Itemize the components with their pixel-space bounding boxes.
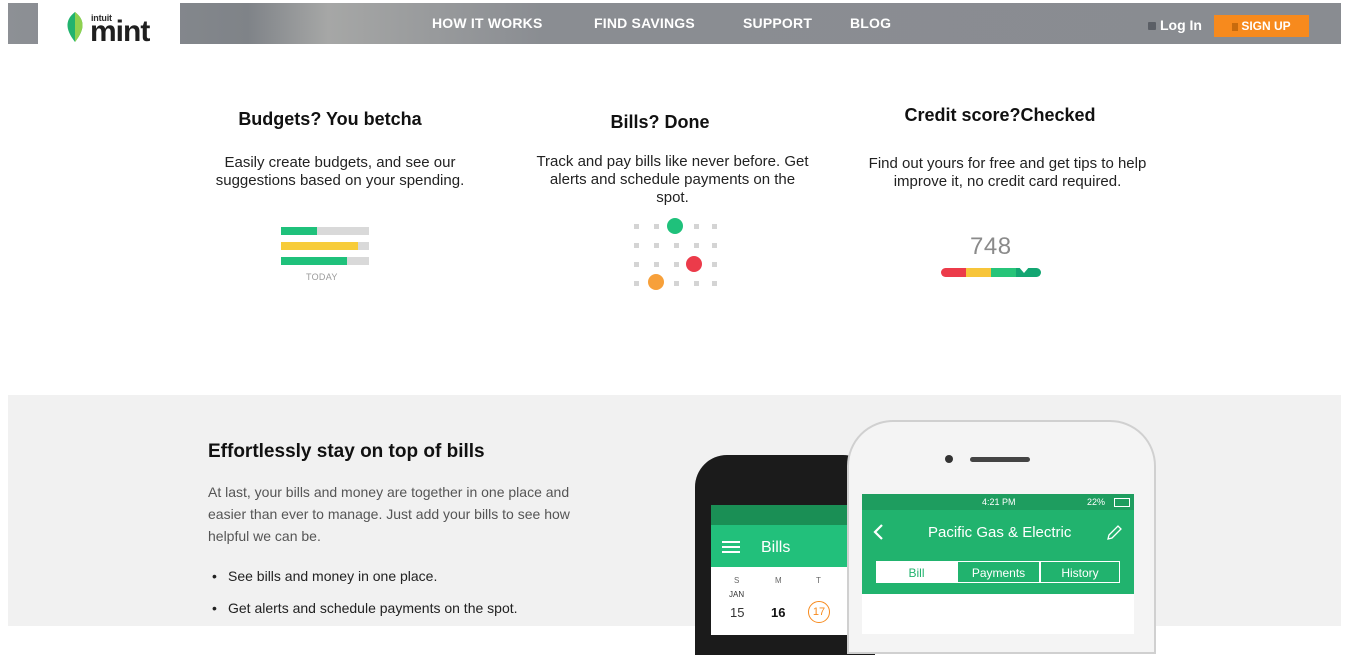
- calendar-dot: [654, 262, 659, 267]
- calendar-dot: [694, 281, 699, 286]
- top-nav-bar: intuit mint HOW IT WORKS FIND SAVINGS SU…: [8, 3, 1341, 48]
- date-cell[interactable]: 16: [771, 605, 785, 620]
- day-label: S: [734, 576, 740, 585]
- budget-bar: [281, 242, 369, 250]
- calendar-event-dot: [648, 274, 664, 290]
- mint-logo[interactable]: intuit mint: [38, 3, 180, 48]
- calendar-dot: [712, 262, 717, 267]
- nav-how-it-works[interactable]: HOW IT WORKS: [432, 15, 543, 31]
- month-label: JAN: [729, 590, 745, 599]
- budget-bar: [281, 257, 369, 265]
- calendar-dot: [634, 243, 639, 248]
- day-label: M: [775, 576, 782, 585]
- score-segment: [966, 268, 991, 277]
- calendar-dot: [654, 243, 659, 248]
- bills-section-title: Effortlessly stay on top of bills: [208, 441, 485, 462]
- back-chevron-icon[interactable]: [873, 524, 883, 540]
- logo-mint-text: mint: [90, 15, 150, 48]
- budget-bar: [281, 227, 369, 235]
- calendar-event-dot: [686, 256, 702, 272]
- nav-support[interactable]: SUPPORT: [743, 15, 812, 31]
- score-segment: [991, 268, 1016, 277]
- tab-bill[interactable]: Bill: [876, 561, 957, 583]
- calendar-dot: [674, 262, 679, 267]
- phone-back-statusbar: [711, 505, 849, 525]
- nav-blog[interactable]: BLOG: [850, 15, 891, 31]
- lock-icon: [1148, 22, 1156, 30]
- feature-credit-title: Credit score?Checked: [904, 105, 1096, 125]
- calendar-dot: [694, 224, 699, 229]
- menu-icon[interactable]: [722, 541, 740, 554]
- status-time: 4:21 PM: [982, 497, 1016, 507]
- calendar-dot: [634, 281, 639, 286]
- lock-icon: [1232, 23, 1239, 31]
- budget-bar-fill: [281, 257, 347, 265]
- nav-find-savings[interactable]: FIND SAVINGS: [594, 15, 695, 31]
- calendar-dot: [654, 224, 659, 229]
- feature-budgets-desc: Easily create budgets, and see our sugge…: [215, 154, 465, 189]
- calendar-dot: [694, 243, 699, 248]
- phone-camera: [945, 455, 953, 463]
- budget-bar-fill: [281, 242, 359, 250]
- login-label: Log In: [1160, 17, 1202, 33]
- login-link[interactable]: Log In: [1148, 17, 1202, 33]
- today-label: TODAY: [306, 272, 338, 282]
- calendar-dot: [712, 281, 717, 286]
- calendar-event-dot: [667, 218, 683, 234]
- credit-score-value: 748: [970, 233, 1012, 260]
- status-battery: 22%: [1087, 497, 1106, 507]
- signup-button[interactable]: SIGN UP: [1214, 15, 1309, 37]
- feature-budgets-title: Budgets? You betcha: [238, 109, 422, 129]
- bullet-text: Get alerts and schedule payments on the …: [228, 600, 518, 616]
- calendar-dot: [674, 243, 679, 248]
- edit-pencil-icon[interactable]: [1106, 525, 1122, 541]
- calendar-dot: [712, 243, 717, 248]
- day-label: T: [816, 576, 821, 585]
- signup-label: SIGN UP: [1241, 19, 1291, 33]
- calendar-dot: [712, 224, 717, 229]
- score-segment: [941, 268, 966, 277]
- bullet-item: See bills and money in one place.: [212, 568, 438, 584]
- date-cell[interactable]: 15: [730, 605, 744, 620]
- phone-speaker: [970, 457, 1030, 462]
- leaf-icon: [67, 12, 83, 42]
- battery-icon: [1114, 498, 1130, 507]
- phone-front-title: Pacific Gas & Electric: [928, 524, 1072, 541]
- bullet-item: Get alerts and schedule payments on the …: [212, 600, 518, 616]
- feature-bills-title: Bills? Done: [610, 112, 710, 132]
- feature-bills-desc: Track and pay bills like never before. G…: [536, 153, 809, 206]
- phone-back-title: Bills: [761, 539, 791, 556]
- date-cell-selected[interactable]: 17: [808, 601, 830, 623]
- calendar-dot: [634, 224, 639, 229]
- bills-section-desc: At last, your bills and money are togeth…: [208, 484, 570, 544]
- phone-front-statusbar: 4:21 PM 22%: [862, 494, 1134, 510]
- budget-bar-fill: [281, 227, 318, 235]
- tab-payments[interactable]: Payments: [957, 561, 1040, 583]
- score-pointer-icon: [1018, 266, 1030, 273]
- calendar-dot: [674, 281, 679, 286]
- bullet-text: See bills and money in one place.: [228, 568, 438, 584]
- calendar-dot: [634, 262, 639, 267]
- feature-credit-desc: Find out yours for free and get tips to …: [868, 155, 1147, 190]
- tab-history[interactable]: History: [1040, 561, 1120, 583]
